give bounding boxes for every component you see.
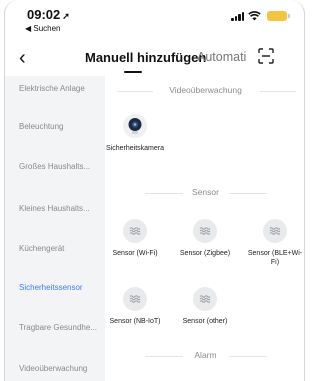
sensor-wave-icon	[123, 287, 147, 311]
device-sicherheitskamera[interactable]: Sicherheitskamera	[105, 114, 165, 153]
device-label: Sensor (BLE+Wi-Fi)	[247, 250, 303, 266]
status-bar: 09:02 ➚ ◀ Suchen	[5, 0, 304, 44]
sidebar-item-videoueberwachung[interactable]: Videoüberwachung	[19, 364, 101, 374]
sidebar-item-beleuchtung[interactable]: Beleuchtung	[19, 122, 101, 132]
tab-manual-add[interactable]: Manuell hinzufügen	[85, 50, 206, 65]
tab-auto-scan[interactable]: Automatis	[197, 50, 247, 64]
active-tab-indicator	[124, 71, 142, 73]
back-to-app-link[interactable]: ◀ Suchen	[25, 24, 61, 33]
nav-bar: ‹ Manuell hinzufügen Automatis	[5, 44, 304, 76]
device-label: Sensor (NB-IoT)	[109, 318, 161, 325]
device-sensor-wifi[interactable]: Sensor (Wi-Fi)	[105, 219, 165, 258]
sidebar-item-sicherheitssensor[interactable]: Sicherheitssensor	[19, 283, 101, 293]
phone-screen: 09:02 ➚ ◀ Suchen ‹ Manuell hinzufügen Aut…	[4, 0, 305, 381]
camera-icon	[123, 114, 147, 138]
device-label: Sensor (other)	[182, 318, 228, 325]
section-title-sensor: Sensor	[105, 187, 304, 199]
device-list: Videoüberwachung Sicherheitskamera Senso…	[105, 76, 304, 381]
device-label: Sicherheitskamera	[106, 145, 164, 152]
category-sidebar: Elektrische Anlage Beleuchtung Großes Ha…	[5, 76, 105, 381]
device-label: Sensor (Zigbee)	[179, 250, 231, 257]
scan-icon[interactable]	[258, 48, 274, 64]
device-sensor-zigbee[interactable]: Sensor (Zigbee)	[175, 219, 235, 258]
sidebar-item-tragbare-gesundheit[interactable]: Tragbare Gesundhe...	[19, 323, 101, 333]
device-sensor-nb-iot[interactable]: Sensor (NB-IoT)	[105, 287, 165, 326]
sidebar-item-elektrische-anlage[interactable]: Elektrische Anlage	[19, 84, 101, 94]
signal-icon	[231, 12, 245, 21]
location-arrow-icon: ➚	[62, 11, 70, 21]
sensor-wave-icon	[123, 219, 147, 243]
section-title-video: Videoüberwachung	[105, 85, 304, 97]
sidebar-item-grosses-haushalt[interactable]: Großes Haushalts...	[19, 162, 101, 172]
back-chevron-icon[interactable]: ‹	[19, 48, 26, 68]
sensor-wave-icon	[193, 287, 217, 311]
section-title-alarm: Alarm	[105, 350, 304, 362]
device-sensor-other[interactable]: Sensor (other)	[175, 287, 235, 326]
device-sensor-ble-wifi[interactable]: Sensor (BLE+Wi-Fi)	[245, 219, 304, 267]
sidebar-item-kuechengeraet[interactable]: Küchengerät	[19, 244, 101, 254]
sensor-wave-icon	[263, 219, 287, 243]
wifi-icon	[248, 11, 261, 21]
sidebar-item-kleines-haushalt[interactable]: Kleines Haushalts...	[19, 204, 101, 214]
battery-icon	[267, 11, 290, 21]
sensor-wave-icon	[193, 219, 217, 243]
status-time: 09:02 ➚	[27, 7, 70, 22]
device-label: Sensor (Wi-Fi)	[112, 250, 158, 257]
